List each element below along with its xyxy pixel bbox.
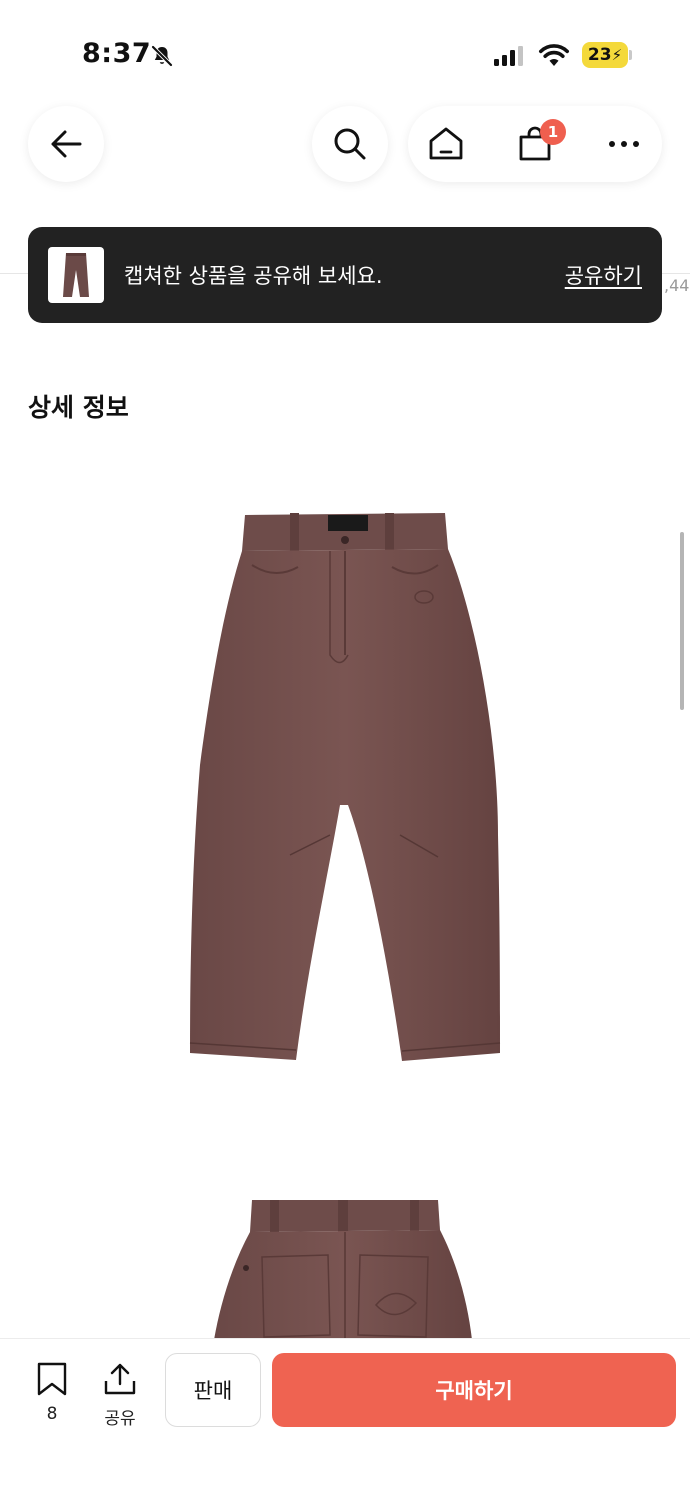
share-button[interactable]: 공유 [95, 1362, 145, 1429]
charging-bolt: ⚡ [611, 46, 623, 64]
battery-charging-icon: 23 ⚡ [582, 42, 628, 68]
bookmark-button[interactable]: 8 [27, 1362, 77, 1424]
search-button[interactable] [312, 106, 388, 182]
arrow-left-icon [51, 130, 82, 158]
signal-icon [494, 46, 523, 66]
cart-button[interactable] [497, 106, 573, 182]
share-icon [104, 1363, 136, 1395]
battery-level: 23 [587, 45, 612, 65]
home-button[interactable] [408, 106, 484, 182]
toast-product-thumbnail [48, 247, 104, 303]
price-fragment: ,44 [664, 276, 690, 295]
search-icon [334, 128, 366, 160]
sell-button[interactable]: 판매 [165, 1353, 261, 1427]
product-image-back[interactable] [200, 1195, 490, 1340]
bell-slash-icon [151, 45, 173, 67]
more-icon [609, 141, 639, 147]
share-label: 공유 [104, 1409, 136, 1429]
toast-share-link[interactable]: 공유하기 [565, 260, 642, 290]
more-button[interactable] [586, 106, 662, 182]
status-time: 8:37 [82, 38, 152, 69]
scroll-indicator[interactable] [680, 532, 684, 710]
section-title: 상세 정보 [28, 393, 129, 422]
wifi-icon [539, 44, 569, 66]
bookmark-count: 8 [46, 1404, 58, 1424]
product-image-front[interactable] [180, 505, 510, 1065]
buy-button[interactable]: 구매하기 [272, 1353, 676, 1427]
pants-thumbnail-icon [63, 253, 89, 297]
back-button[interactable] [28, 106, 104, 182]
share-capture-toast: 캡쳐한 상품을 공유해 보세요. 공유하기 [28, 227, 662, 323]
toast-message: 캡쳐한 상품을 공유해 보세요. [124, 264, 383, 288]
header-action-group [408, 106, 662, 182]
cart-count-badge: 1 [540, 119, 566, 145]
home-icon [429, 127, 463, 160]
bookmark-icon [37, 1362, 67, 1396]
status-bar: 8:37 23 ⚡ [0, 0, 690, 100]
battery-tip [629, 50, 632, 60]
